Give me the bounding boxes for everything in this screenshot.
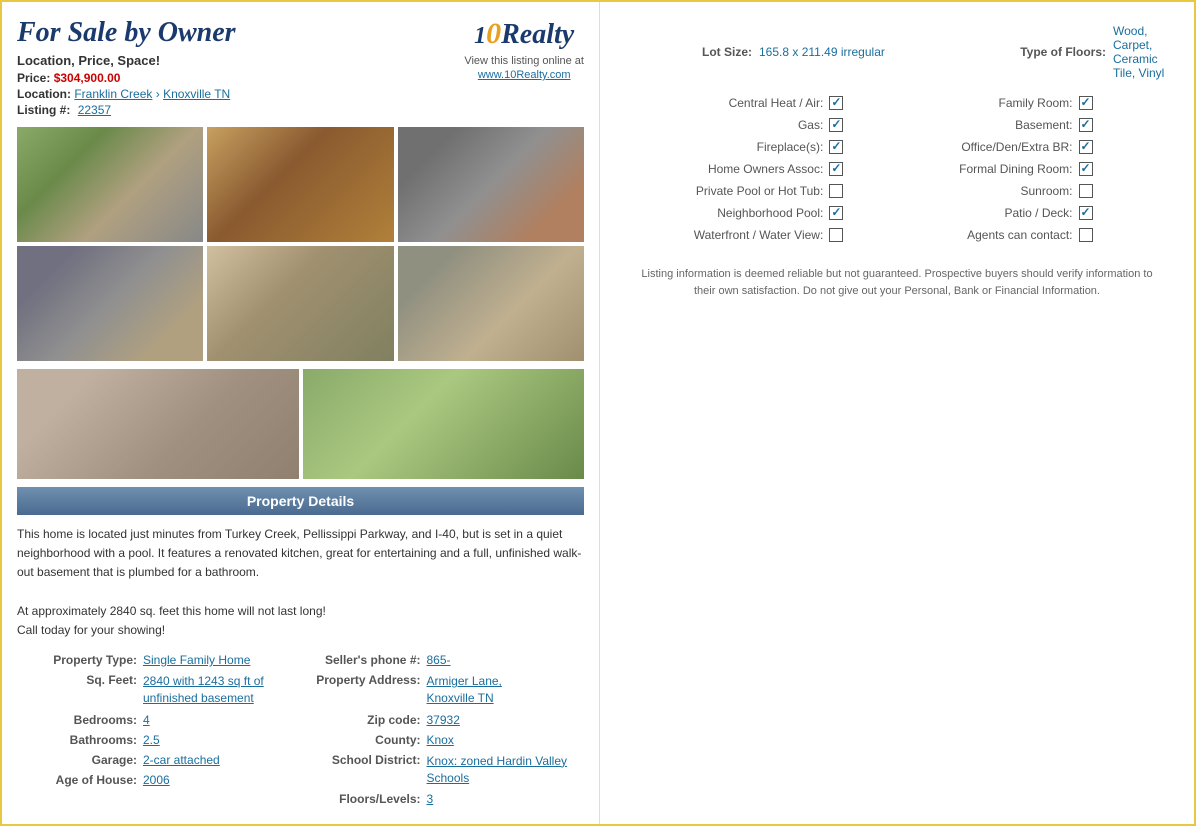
garage-label: Garage: <box>17 753 137 767</box>
feat-check-private-pool <box>829 180 859 202</box>
feat-label-office: Office/Den/Extra BR: <box>909 136 1078 158</box>
feat-label-agents: Agents can contact: <box>909 224 1078 246</box>
feat-label-sunroom: Sunroom: <box>909 180 1078 202</box>
address-value[interactable]: Armiger Lane,Knoxville TN <box>427 673 502 707</box>
lot-size-label: Lot Size: <box>617 24 757 80</box>
feat-check-fireplace <box>829 136 859 158</box>
property-details-header: Property Details <box>17 487 584 515</box>
bathrooms-value[interactable]: 2.5 <box>143 733 160 747</box>
feat-label-gas: Gas: <box>615 114 829 136</box>
feat-label-family-room: Family Room: <box>909 92 1078 114</box>
feat-check-sunroom <box>1079 180 1180 202</box>
garage-value[interactable]: 2-car attached <box>143 753 220 767</box>
type-floors-value: Wood, Carpet, Ceramic Tile, Vinyl <box>1113 24 1177 80</box>
photo-4[interactable] <box>17 246 203 361</box>
bedrooms-value[interactable]: 4 <box>143 713 150 727</box>
photo-1[interactable] <box>17 127 203 242</box>
feat-check-hoa <box>829 158 859 180</box>
seller-phone-label: Seller's phone #: <box>301 653 421 667</box>
feat-check-formal-dining <box>1079 158 1180 180</box>
feat-label-formal-dining: Formal Dining Room: <box>909 158 1078 180</box>
age-value[interactable]: 2006 <box>143 773 170 787</box>
website-url[interactable]: www.10Realty.com <box>478 69 571 81</box>
feat-label-neighborhood-pool: Neighborhood Pool: <box>615 202 829 224</box>
feat-check-agents <box>1079 224 1180 246</box>
feat-label-patio: Patio / Deck: <box>909 202 1078 224</box>
feat-check-office <box>1079 136 1180 158</box>
bathrooms-label: Bathrooms: <box>17 733 137 747</box>
price-label: Price: <box>17 71 50 85</box>
logo: 10Realty <box>464 17 584 51</box>
logo-text: Realty <box>501 19 574 50</box>
disclaimer: Listing information is deemed reliable b… <box>615 266 1179 299</box>
location-link-part1[interactable]: Franklin Creek <box>74 87 152 101</box>
age-label: Age of House: <box>17 773 137 787</box>
zip-value[interactable]: 37932 <box>427 713 460 727</box>
county-value[interactable]: Knox <box>427 733 454 747</box>
feat-check-neighborhood-pool <box>829 202 859 224</box>
feature-row-7: Waterfront / Water View: Agents can cont… <box>615 224 1179 246</box>
feat-check-gas <box>829 114 859 136</box>
feat-check-family-room <box>1079 92 1180 114</box>
feat-check-waterfront <box>829 224 859 246</box>
photo-7[interactable] <box>17 369 299 479</box>
feature-row-1: Central Heat / Air: Family Room: <box>615 92 1179 114</box>
sqft-value[interactable]: 2840 with 1243 sq ft ofunfinished baseme… <box>143 673 264 707</box>
lot-type-table: Lot Size: 165.8 x 211.49 irregular Type … <box>615 22 1179 82</box>
description: This home is located just minutes from T… <box>17 525 584 640</box>
features-table: Central Heat / Air: Family Room: Gas: Ba… <box>615 92 1179 246</box>
school-value[interactable]: Knox: zoned Hardin ValleySchools <box>427 753 568 787</box>
details-grid: Property Type: Single Family Home Sq. Fe… <box>17 650 584 809</box>
feature-row-2: Gas: Basement: <box>615 114 1179 136</box>
photo-5[interactable] <box>207 246 393 361</box>
feat-label-waterfront: Waterfront / Water View: <box>615 224 829 246</box>
photo-row-bottom <box>17 369 584 479</box>
page-title: For Sale by Owner <box>17 17 236 49</box>
feature-row-5: Private Pool or Hot Tub: Sunroom: <box>615 180 1179 202</box>
feature-row-3: Fireplace(s): Office/Den/Extra BR: <box>615 136 1179 158</box>
location-link-part2[interactable]: Knoxville TN <box>163 87 230 101</box>
bedrooms-label: Bedrooms: <box>17 713 137 727</box>
feat-check-central-heat <box>829 92 859 114</box>
type-floors-label: Type of Floors: <box>981 24 1111 80</box>
listing-label: Listing #: <box>17 103 70 117</box>
listing-number[interactable]: 22357 <box>78 103 111 117</box>
school-label: School District: <box>301 753 421 767</box>
floors-label: Floors/Levels: <box>301 792 421 806</box>
view-listing-text: View this listing online at <box>464 55 584 67</box>
photo-grid <box>17 127 584 361</box>
floors-value[interactable]: 3 <box>427 792 434 806</box>
feat-label-hoa: Home Owners Assoc: <box>615 158 829 180</box>
zip-label: Zip code: <box>301 713 421 727</box>
feat-check-patio <box>1079 202 1180 224</box>
feat-label-basement: Basement: <box>909 114 1078 136</box>
photo-6[interactable] <box>398 246 584 361</box>
location-label: Location: <box>17 87 71 101</box>
location-arrow: › <box>156 87 163 101</box>
photo-2[interactable] <box>207 127 393 242</box>
prop-type-value[interactable]: Single Family Home <box>143 653 250 667</box>
sqft-label: Sq. Feet: <box>17 673 137 687</box>
address-label: Property Address: <box>301 673 421 687</box>
seller-phone-value[interactable]: 865- <box>427 653 451 667</box>
price-value: $304,900.00 <box>54 71 121 85</box>
feat-label-fireplace: Fireplace(s): <box>615 136 829 158</box>
lot-size-value: 165.8 x 211.49 irregular <box>759 24 979 80</box>
feat-label-central-heat: Central Heat / Air: <box>615 92 829 114</box>
feature-row-6: Neighborhood Pool: Patio / Deck: <box>615 202 1179 224</box>
feature-row-4: Home Owners Assoc: Formal Dining Room: <box>615 158 1179 180</box>
feat-check-basement <box>1079 114 1180 136</box>
logo-number: 1 <box>474 23 486 49</box>
feat-label-private-pool: Private Pool or Hot Tub: <box>615 180 829 202</box>
prop-type-label: Property Type: <box>17 653 137 667</box>
county-label: County: <box>301 733 421 747</box>
photo-8[interactable] <box>303 369 585 479</box>
tagline: Location, Price, Space! <box>17 53 236 68</box>
photo-3[interactable] <box>398 127 584 242</box>
